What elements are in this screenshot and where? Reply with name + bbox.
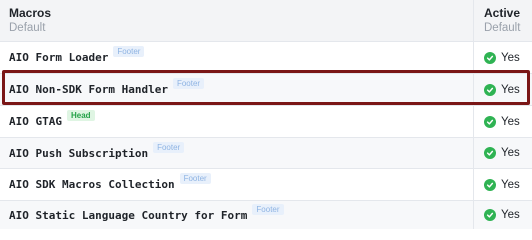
active-column-title: Active	[484, 5, 521, 20]
active-cell: Yes	[474, 42, 532, 73]
table-header: Macros Default Active Default	[0, 0, 532, 42]
active-status: Yes	[501, 178, 520, 191]
active-status: Yes	[501, 51, 520, 64]
active-cell: Yes	[474, 169, 532, 200]
active-cell: Yes	[474, 74, 532, 105]
macro-name[interactable]: AIO Push Subscription	[9, 147, 148, 160]
macro-name[interactable]: AIO SDK Macros Collection	[9, 178, 175, 191]
active-status: Yes	[501, 83, 520, 96]
placement-badge: Footer	[153, 141, 185, 153]
macro-name[interactable]: AIO Static Language Country for Form	[9, 209, 247, 222]
check-circle-icon	[484, 115, 496, 128]
table-row[interactable]: AIO Form Loader Footer Yes	[0, 42, 532, 74]
macros-table: Macros Default Active Default AIO Form L…	[0, 0, 532, 229]
placement-badge: Footer	[179, 173, 211, 184]
macro-name-cell: AIO GTAG Head	[0, 106, 474, 137]
macro-name-cell: AIO Form Loader Footer	[0, 42, 474, 73]
check-circle-icon	[484, 51, 496, 64]
table-row[interactable]: AIO Static Language Country for Form Foo…	[0, 201, 532, 229]
active-status: Yes	[501, 115, 520, 128]
macro-name[interactable]: AIO Non-SDK Form Handler	[9, 83, 168, 96]
macros-column-header[interactable]: Macros Default	[0, 0, 474, 41]
placement-badge: Head	[66, 110, 95, 121]
active-status: Yes	[501, 209, 520, 221]
check-circle-icon	[484, 83, 496, 96]
check-circle-icon	[484, 147, 496, 159]
macro-name[interactable]: AIO Form Loader	[9, 51, 108, 64]
macro-name[interactable]: AIO GTAG	[9, 115, 62, 128]
active-status: Yes	[501, 147, 520, 159]
active-cell: Yes	[474, 201, 532, 229]
table-row[interactable]: AIO GTAG Head Yes	[0, 106, 532, 138]
macro-name-cell: AIO SDK Macros Collection Footer	[0, 169, 474, 200]
macro-name-cell: AIO Static Language Country for Form Foo…	[0, 201, 474, 229]
table-row[interactable]: AIO Push Subscription Footer Yes	[0, 138, 532, 169]
macro-name-cell: AIO Non-SDK Form Handler Footer	[0, 74, 474, 105]
active-column-subtitle: Default	[484, 21, 521, 34]
active-column-header[interactable]: Active Default	[474, 0, 532, 41]
macro-name-cell: AIO Push Subscription Footer	[0, 138, 474, 168]
placement-badge: Footer	[113, 46, 145, 57]
check-circle-icon	[484, 209, 496, 221]
table-row[interactable]: AIO SDK Macros Collection Footer Yes	[0, 169, 532, 201]
macros-column-title: Macros	[9, 5, 52, 20]
table-row[interactable]: AIO Non-SDK Form Handler Footer Yes	[0, 74, 532, 106]
active-cell: Yes	[474, 106, 532, 137]
active-cell: Yes	[474, 138, 532, 168]
placement-badge: Footer	[172, 78, 205, 89]
placement-badge: Footer	[252, 203, 284, 215]
check-circle-icon	[484, 178, 496, 191]
macros-column-subtitle: Default	[9, 21, 46, 34]
